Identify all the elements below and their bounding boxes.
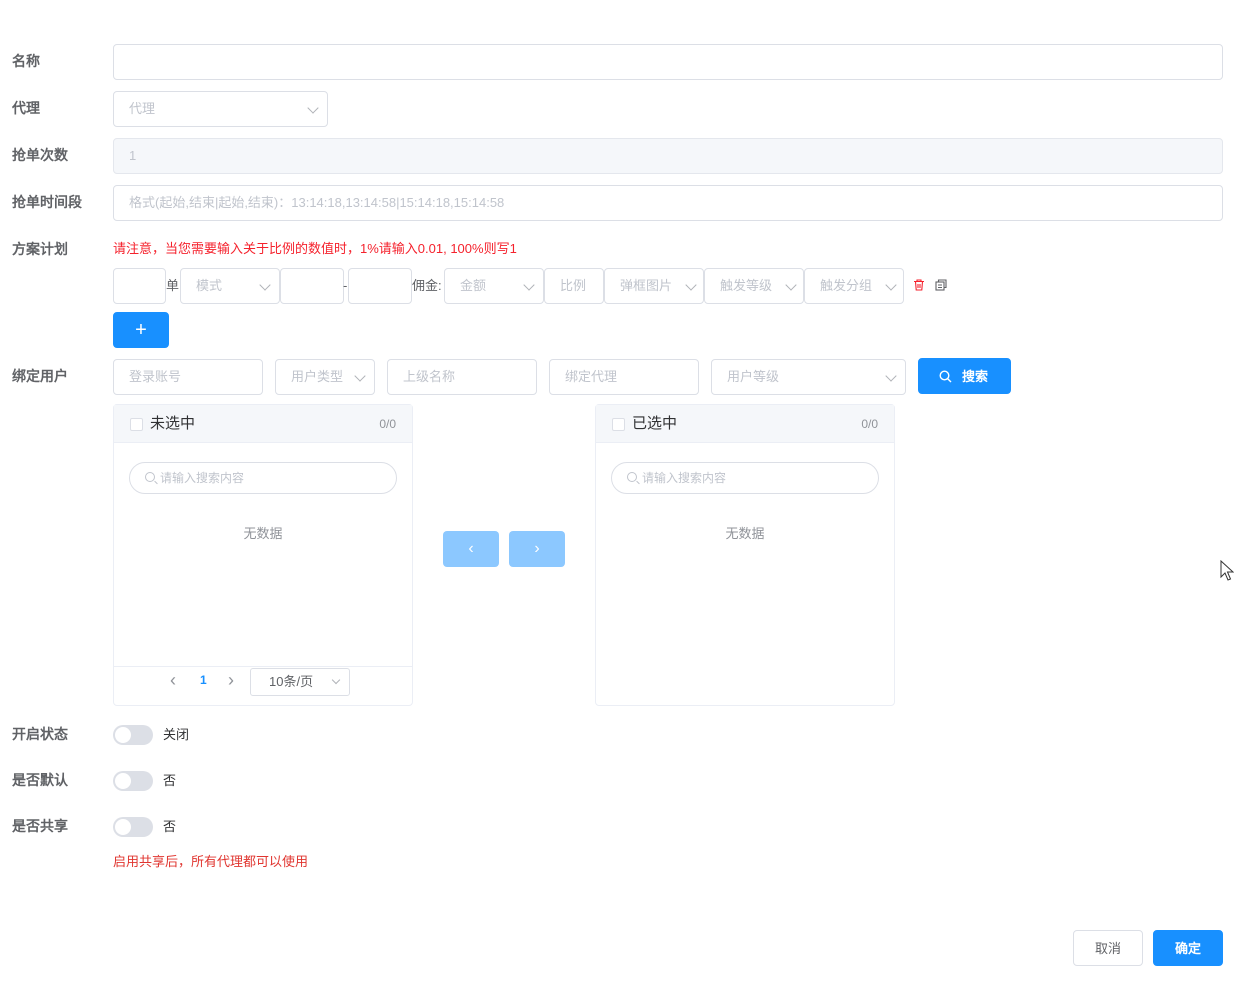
page-size-value: 10条/页: [269, 674, 314, 689]
transfer-unselected-search-input[interactable]: 请输入搜索内容: [129, 462, 397, 494]
enable-status-text: 关闭: [163, 727, 190, 742]
transfer-selected-header: 已选中 0/0: [596, 405, 894, 443]
is-default-label: 是否默认: [12, 772, 68, 788]
chevron-down-icon: [331, 675, 341, 685]
chevron-down-icon: [523, 279, 535, 291]
plan-trigger-group-select[interactable]: 触发分组: [804, 268, 904, 304]
select-all-checkbox[interactable]: [130, 418, 143, 431]
move-to-left-button[interactable]: ‹: [443, 531, 499, 567]
plan-notice: 请注意，当您需要输入关于比例的数值时，1%请输入0.01, 100%则写1: [113, 241, 517, 256]
transfer-selected-title: 已选中: [632, 415, 678, 432]
search-icon: [145, 472, 155, 482]
transfer-unselected-count: 0/0: [379, 417, 396, 431]
page-size-select[interactable]: 10条/页: [250, 668, 350, 696]
login-account-input[interactable]: 登录账号: [113, 359, 263, 395]
agent-label: 代理: [12, 100, 40, 116]
plan-ratio-input[interactable]: 比例: [544, 268, 604, 304]
search-button-label: 搜索: [962, 369, 989, 384]
confirm-button[interactable]: 确定: [1153, 930, 1223, 966]
chevron-down-icon: [885, 279, 897, 291]
chevron-down-icon: [307, 102, 319, 114]
chevron-down-icon: [685, 279, 697, 291]
search-icon: [627, 472, 637, 482]
transfer-selected-search-input[interactable]: 请输入搜索内容: [611, 462, 879, 494]
user-level-select[interactable]: 用户等级: [711, 359, 906, 395]
select-all-checkbox[interactable]: [612, 418, 625, 431]
mouse-cursor-icon: [1220, 560, 1234, 581]
search-icon: [939, 370, 952, 383]
grab-count-input: 1: [113, 138, 1223, 174]
is-shared-hint: 启用共享后，所有代理都可以使用: [113, 854, 309, 869]
transfer-unselected-search-placeholder: 请输入搜索内容: [160, 471, 245, 485]
chevron-down-icon: [885, 370, 897, 382]
grab-period-label: 抢单时间段: [12, 194, 82, 210]
transfer-selected-search-placeholder: 请输入搜索内容: [642, 471, 727, 485]
plan-trigger-group-placeholder: 触发分组: [820, 278, 873, 293]
trash-icon[interactable]: [912, 278, 926, 292]
user-level-placeholder: 用户等级: [727, 369, 780, 384]
plan-popup-image-placeholder: 弹框图片: [620, 278, 673, 293]
plan-trigger-level-select[interactable]: 触发等级: [704, 268, 804, 304]
grab-period-input[interactable]: 格式(起始,结束|起始,结束)：13:14:18,13:14:58|15:14:…: [113, 185, 1223, 221]
plan-trigger-level-placeholder: 触发等级: [720, 278, 773, 293]
bound-agent-input[interactable]: 绑定代理: [549, 359, 699, 395]
parent-name-input[interactable]: 上级名称: [387, 359, 537, 395]
chevron-down-icon: [354, 370, 366, 382]
copy-icon[interactable]: [934, 278, 948, 292]
pagination-current-page[interactable]: 1: [200, 673, 207, 687]
transfer-unselected-header: 未选中 0/0: [114, 405, 412, 443]
grab-count-label: 抢单次数: [12, 147, 68, 163]
search-button[interactable]: 搜索: [918, 358, 1011, 394]
name-input[interactable]: [113, 44, 1223, 80]
plan-commission-label: 佣金:: [412, 278, 442, 293]
transfer-unselected-panel: 未选中 0/0 请输入搜索内容 无数据 ‹ 1 › 10条/页: [113, 404, 413, 706]
plan-unit-text: 单: [166, 278, 180, 293]
chevron-down-icon: [259, 279, 271, 291]
plan-mode-select[interactable]: 模式: [180, 268, 280, 304]
is-shared-switch[interactable]: [113, 817, 153, 837]
is-shared-label: 是否共享: [12, 818, 68, 834]
plan-range-end-input[interactable]: [348, 268, 412, 304]
chevron-down-icon: [785, 279, 797, 291]
transfer-pagination: ‹ 1 › 10条/页: [114, 666, 412, 706]
bind-user-label: 绑定用户: [12, 368, 68, 384]
add-plan-button[interactable]: +: [113, 312, 169, 348]
plan-popup-image-select[interactable]: 弹框图片: [604, 268, 704, 304]
transfer-unselected-title: 未选中: [150, 415, 196, 432]
name-label: 名称: [12, 53, 40, 69]
enable-status-switch[interactable]: [113, 725, 153, 745]
is-default-text: 否: [163, 773, 177, 788]
agent-select[interactable]: 代理: [113, 91, 328, 127]
move-to-right-button[interactable]: ›: [509, 531, 565, 567]
plan-range-start-input[interactable]: [280, 268, 344, 304]
plan-label: 方案计划: [12, 241, 68, 257]
agent-select-placeholder: 代理: [129, 101, 156, 116]
transfer-unselected-empty: 无数据: [243, 526, 283, 541]
is-shared-text: 否: [163, 819, 177, 834]
user-type-placeholder: 用户类型: [291, 369, 344, 384]
transfer-selected-panel: 已选中 0/0 请输入搜索内容 无数据: [595, 404, 895, 706]
enable-status-label: 开启状态: [12, 726, 68, 742]
user-type-select[interactable]: 用户类型: [275, 359, 375, 395]
plan-count-input[interactable]: [113, 268, 166, 304]
plan-range-separator: -: [343, 278, 348, 293]
transfer-selected-empty: 无数据: [725, 526, 765, 541]
pagination-next-button[interactable]: ›: [228, 670, 234, 691]
plan-amount-placeholder: 金额: [460, 278, 487, 293]
plan-mode-placeholder: 模式: [196, 278, 223, 293]
cancel-button[interactable]: 取消: [1073, 930, 1143, 966]
transfer-selected-count: 0/0: [861, 417, 878, 431]
is-default-switch[interactable]: [113, 771, 153, 791]
plan-amount-select[interactable]: 金额: [444, 268, 544, 304]
pagination-prev-button[interactable]: ‹: [170, 670, 176, 691]
